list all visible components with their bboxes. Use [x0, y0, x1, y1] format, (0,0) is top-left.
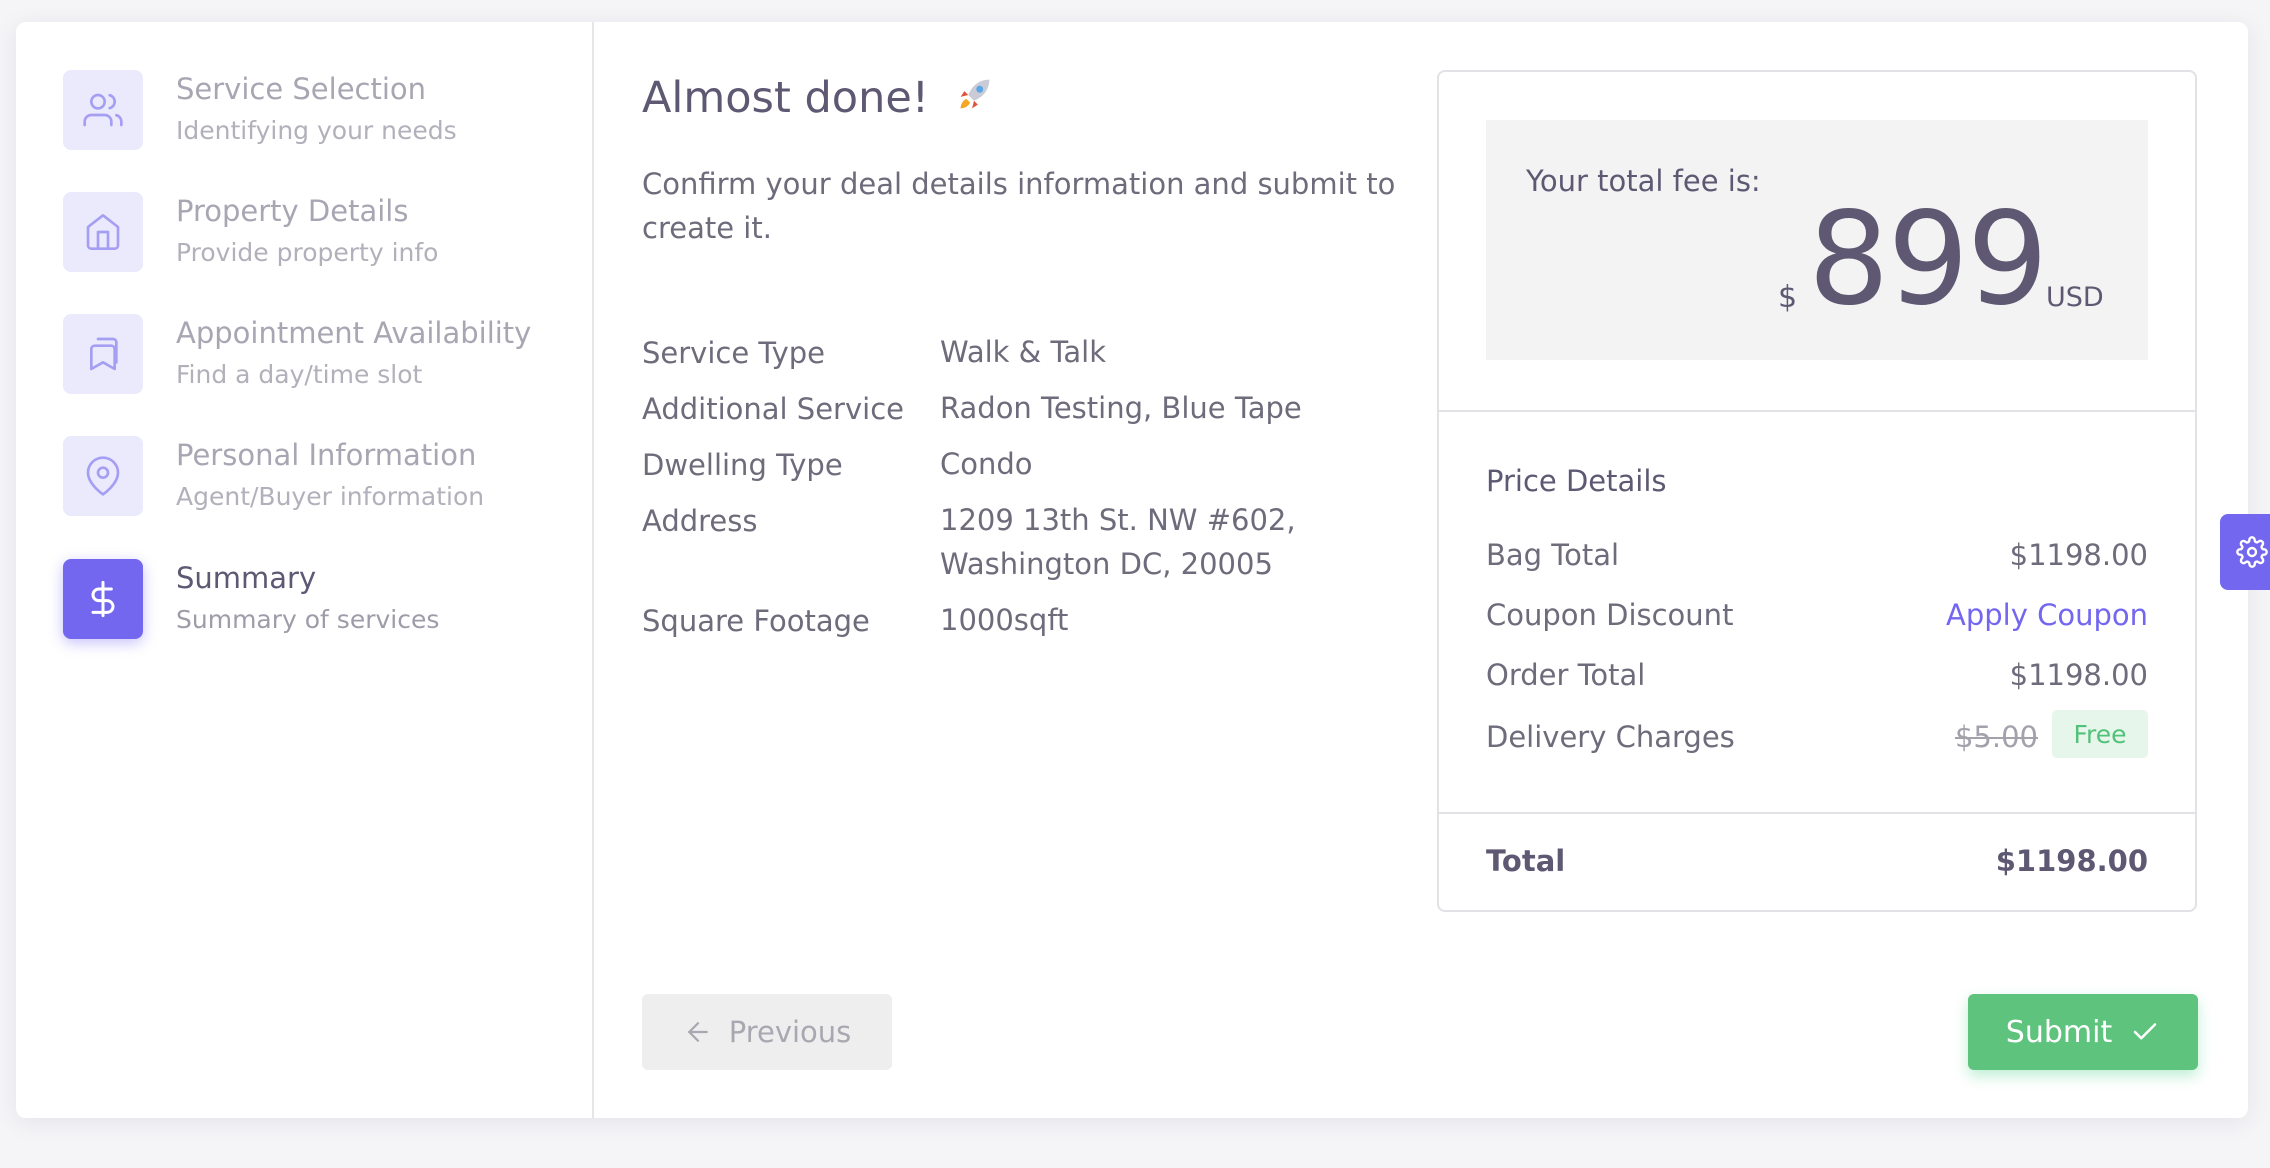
intro-text: Confirm your deal details information an…: [642, 167, 1396, 245]
total-label: Total: [1486, 844, 1566, 878]
wizard-stepper: Service Selection Identifying your needs…: [16, 22, 594, 1118]
step-subtitle: Summary of services: [176, 605, 440, 634]
price-value: $1198.00: [2009, 538, 2148, 572]
dollar-icon: [63, 559, 143, 639]
step-subtitle: Identifying your needs: [176, 116, 457, 145]
page-title: Almost done!: [642, 72, 997, 129]
apply-coupon-link[interactable]: Apply Coupon: [1946, 598, 2148, 632]
submit-button[interactable]: Submit: [1968, 994, 2198, 1070]
step-title: Property Details: [176, 194, 409, 228]
free-badge: Free: [2052, 710, 2148, 758]
price-label: Delivery Charges: [1486, 720, 1735, 754]
price-details-title: Price Details: [1486, 464, 1667, 498]
previous-button[interactable]: Previous: [642, 994, 892, 1070]
total-value: $1198.00: [1995, 844, 2148, 878]
price-label: Bag Total: [1486, 538, 1620, 572]
wizard-card: Service Selection Identifying your needs…: [16, 22, 2248, 1118]
total-fee-box: Your total fee is: $ 899 USD: [1486, 120, 2148, 360]
detail-value: 1000sqft: [940, 603, 1069, 637]
detail-label: Additional Service: [642, 392, 904, 426]
address-line: 1209 13th St. NW #602,: [940, 503, 1296, 537]
step-title: Summary: [176, 561, 317, 595]
divider: [1439, 812, 2195, 814]
rocket-icon: [951, 72, 997, 129]
home-icon: [63, 192, 143, 272]
arrow-left-icon: [683, 1017, 713, 1047]
step-title: Appointment Availability: [176, 316, 532, 350]
price-label: Coupon Discount: [1486, 598, 1734, 632]
detail-value: Condo: [940, 447, 1033, 481]
previous-label: Previous: [728, 1015, 852, 1049]
step-title: Service Selection: [176, 72, 427, 106]
bookmarks-icon: [63, 314, 143, 394]
detail-label: Address: [642, 504, 758, 538]
fee-unit: USD: [2046, 282, 2104, 313]
price-row: Coupon Discount Apply Coupon: [1486, 598, 2148, 638]
check-icon: [2130, 1017, 2160, 1047]
detail-value: 1209 13th St. NW #602, Washington DC, 20…: [940, 498, 1296, 586]
gear-icon: [2236, 536, 2268, 568]
old-delivery-price: $5.00: [1954, 720, 2038, 754]
step-subtitle: Provide property info: [176, 238, 439, 267]
divider: [1439, 410, 2195, 412]
price-row: Order Total $1198.00: [1486, 658, 2148, 698]
page-title-text: Almost done!: [642, 73, 930, 123]
detail-label: Service Type: [642, 336, 826, 370]
step-subtitle: Agent/Buyer information: [176, 482, 485, 511]
price-value: $1198.00: [2009, 658, 2148, 692]
fee-label: Your total fee is:: [1526, 164, 1761, 198]
map-pin-icon: [63, 436, 143, 516]
price-label: Order Total: [1486, 658, 1646, 692]
fee-amount: 899: [1808, 185, 2048, 334]
price-row: Delivery Charges $5.00 Free: [1486, 710, 2148, 760]
step-subtitle: Find a day/time slot: [176, 360, 423, 389]
detail-value: Walk & Talk: [940, 335, 1107, 369]
address-line: Washington DC, 20005: [940, 547, 1273, 581]
detail-label: Dwelling Type: [642, 448, 843, 482]
submit-label: Submit: [2005, 1014, 2113, 1050]
detail-value: Radon Testing, Blue Tape: [940, 391, 1302, 425]
fee-currency: $: [1778, 280, 1798, 315]
price-row: Bag Total $1198.00: [1486, 538, 2148, 578]
customizer-toggle[interactable]: [2220, 514, 2270, 590]
price-panel: Your total fee is: $ 899 USD Price Detai…: [1437, 70, 2197, 912]
detail-label: Square Footage: [642, 604, 870, 638]
step-title: Personal Information: [176, 438, 477, 472]
users-icon: [63, 70, 143, 150]
